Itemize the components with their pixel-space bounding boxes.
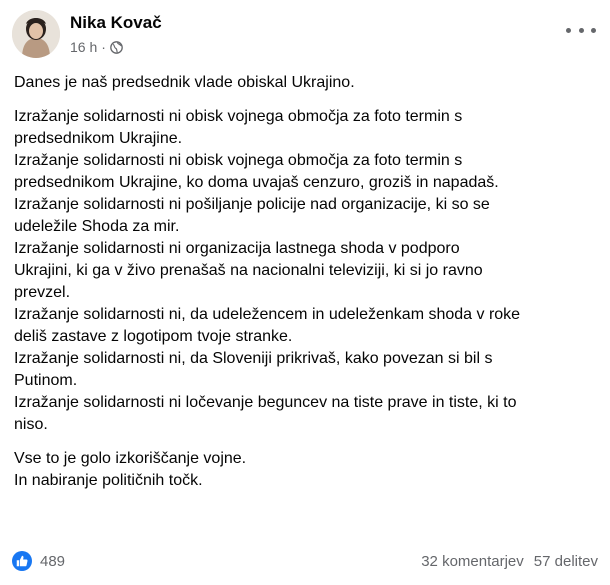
text-line: deliš zastave z logotipom tvoje stranke. — [14, 328, 293, 345]
text-line: Izražanje solidarnosti ni obisk vojnega … — [14, 152, 463, 169]
text-line: In nabiranje političnih točk. — [14, 472, 203, 489]
reactions-count: 489 — [40, 552, 66, 570]
text-line: predsednikom Ukrajine. — [14, 130, 183, 147]
more-icon[interactable] — [566, 20, 596, 40]
text-line: udeležile Shoda za mir. — [14, 218, 180, 235]
engagement-stats: 32 komentarjev 57 delitev — [421, 553, 598, 570]
paragraph: Vse to je golo izkoriščanje vojne. In na… — [14, 448, 596, 492]
paragraph: Izražanje solidarnosti ni obisk vojnega … — [14, 106, 596, 436]
post-time[interactable]: 16 h — [70, 39, 97, 55]
paragraph: Danes je naš predsednik vlade obiskal Uk… — [14, 72, 596, 94]
post-meta: 16 h · — [70, 39, 123, 55]
text-line: prevzel. — [14, 284, 71, 301]
text-line: Izražanje solidarnosti ni, da udeležence… — [14, 306, 521, 323]
author-name[interactable]: Nika Kovač — [70, 13, 162, 33]
shares-count[interactable]: 57 delitev — [534, 553, 598, 570]
post-body: Danes je naš predsednik vlade obiskal Uk… — [14, 72, 596, 504]
text-line: Izražanje solidarnosti ni organizacija l… — [14, 240, 460, 257]
text-line: Izražanje solidarnosti ni obisk vojnega … — [14, 108, 463, 125]
post-footer: 489 32 komentarjev 57 delitev — [12, 546, 598, 576]
post-header: Nika Kovač 16 h · — [12, 10, 598, 62]
text-line: Izražanje solidarnosti ni pošiljanje pol… — [14, 196, 490, 213]
text-line: predsednikom Ukrajine, ko doma uvajaš ce… — [14, 174, 499, 191]
text-line: niso. — [14, 416, 48, 433]
text-line: Izražanje solidarnosti ni, da Sloveniji … — [14, 350, 493, 367]
text-line: Vse to je golo izkoriščanje vojne. — [14, 450, 247, 467]
text-line: Danes je naš predsednik vlade obiskal Uk… — [14, 74, 355, 91]
text-line: Putinom. — [14, 372, 78, 389]
text-line: Izražanje solidarnosti ni ločevanje begu… — [14, 394, 517, 411]
like-icon — [12, 551, 32, 571]
reactions[interactable]: 489 — [12, 551, 65, 571]
globe-icon — [110, 40, 123, 54]
avatar[interactable] — [12, 10, 60, 58]
text-line: Ukrajini, ki ga v živo prenašaš na nacio… — [14, 262, 483, 279]
comments-count[interactable]: 32 komentarjev — [421, 553, 524, 570]
facebook-post: Nika Kovač 16 h · Danes je naš predsedni… — [0, 0, 610, 585]
